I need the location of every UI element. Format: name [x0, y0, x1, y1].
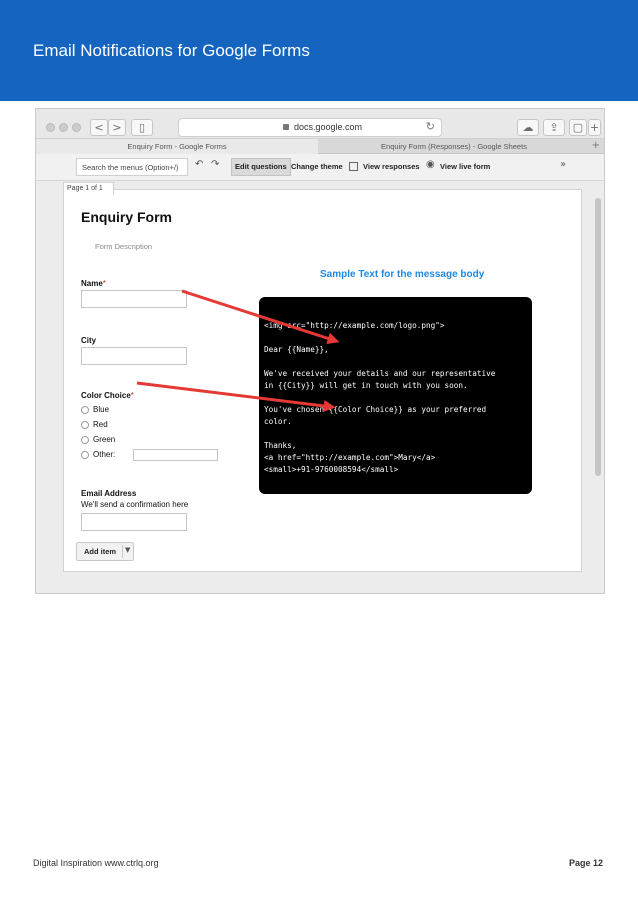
sheet-icon [349, 162, 358, 171]
code-line: We've received your details and our repr… [264, 369, 496, 378]
radio-option-blue[interactable]: Blue [81, 405, 231, 417]
change-theme-button[interactable]: Change theme [291, 158, 343, 176]
question-color-text: Color Choice [81, 391, 131, 400]
sample-message-box: <img src="http://example.com/logo.png"> … [259, 297, 532, 494]
code-line: <a href="http://example.com">Mary</a> [264, 453, 436, 462]
question-label-color[interactable]: Color Choice* [81, 391, 134, 400]
question-name-text: Name [81, 279, 103, 288]
radio-button[interactable] [81, 421, 89, 429]
view-live-form-button[interactable]: View live form [440, 158, 490, 176]
radio-option-other[interactable]: Other: [81, 449, 231, 462]
radio-button[interactable] [81, 436, 89, 444]
view-responses-button[interactable]: View responses [363, 158, 420, 176]
window-close-dot[interactable] [46, 123, 55, 132]
header-banner: Email Notifications for Google Forms [0, 0, 638, 101]
form-title[interactable]: Enquiry Form [81, 209, 172, 225]
screenshot-frame: < > ▯ ⓘ docs.google.com ↻ ☁ ⇪ ▢ + Enquir… [35, 108, 605, 594]
radio-button[interactable] [81, 451, 89, 459]
chevron-double-down-icon[interactable]: » [560, 159, 566, 170]
eye-icon: ◉ [426, 159, 435, 170]
lock-icon [283, 124, 289, 130]
scrollbar[interactable] [595, 198, 601, 476]
form-toolbar: Search the menus (Option+/) ↶ ↷ Edit que… [36, 154, 604, 181]
caret-down-icon[interactable]: ▼ [125, 546, 130, 554]
city-input[interactable] [81, 347, 187, 365]
code-line: You've chosen {{Color Choice}} as your p… [264, 405, 487, 414]
footer-page-number: Page 12 [569, 858, 604, 868]
form-editor-area: Page 1 of 1 Enquiry Form Form Descriptio… [36, 181, 604, 593]
required-mark: * [130, 391, 134, 400]
url-text: docs.google.com [294, 122, 363, 132]
question-label-city[interactable]: City [81, 336, 96, 345]
radio-label: Other: [93, 450, 116, 459]
reload-icon[interactable]: ↻ [426, 120, 435, 133]
form-description[interactable]: Form Description [95, 242, 152, 251]
add-item-button[interactable]: Add item ▼ [76, 542, 134, 561]
question-label-email[interactable]: Email Address [81, 489, 136, 498]
tabs-icon[interactable]: ▢ [569, 119, 587, 136]
share-icon[interactable]: ⇪ [543, 119, 565, 136]
code-line: Dear {{Name}}, [264, 345, 329, 354]
code-line: color. [264, 417, 292, 426]
sidebar-icon[interactable]: ▯ [131, 119, 153, 136]
add-tab-icon[interactable]: + [592, 140, 600, 151]
address-bar[interactable]: docs.google.com ↻ [178, 118, 442, 137]
question-help-email: We'll send a confirmation here [81, 500, 189, 509]
window-zoom-dot[interactable] [72, 123, 81, 132]
edit-questions-button[interactable]: Edit questions [231, 158, 291, 176]
redo-icon[interactable]: ↷ [211, 159, 219, 170]
tab-google-sheets[interactable]: Enquiry Form (Responses) - Google Sheets [318, 139, 590, 154]
tab-bar: Enquiry Form - Google Forms Enquiry Form… [36, 139, 604, 154]
radio-option-red[interactable]: Red [81, 420, 231, 432]
button-divider [122, 545, 123, 558]
menu-search-input[interactable]: Search the menus (Option+/) [76, 158, 188, 176]
question-label-name[interactable]: Name* [81, 279, 106, 288]
required-mark: * [102, 279, 106, 288]
radio-label: Blue [93, 405, 110, 414]
page-title: Email Notifications for Google Forms [33, 41, 310, 60]
radio-label: Green [93, 435, 116, 444]
tab-google-forms[interactable]: Enquiry Form - Google Forms [36, 139, 318, 154]
code-line: Thanks, [264, 441, 297, 450]
code-line: in {{City}} will get in touch with you s… [264, 381, 468, 390]
other-input[interactable] [133, 449, 218, 461]
window-minimize-dot[interactable] [59, 123, 68, 132]
code-line: <img src="http://example.com/logo.png"> [264, 321, 445, 330]
forward-button[interactable]: > [108, 119, 126, 136]
radio-button[interactable] [81, 406, 89, 414]
browser-toolbar: < > ▯ ⓘ docs.google.com ↻ ☁ ⇪ ▢ + [36, 109, 604, 139]
back-button[interactable]: < [90, 119, 108, 136]
new-tab-icon[interactable]: + [588, 119, 601, 136]
add-item-label: Add item [84, 547, 117, 556]
page-indicator: Page 1 of 1 [63, 182, 114, 195]
cloud-icon[interactable]: ☁ [517, 119, 539, 136]
sample-text-title: Sample Text for the message body [320, 269, 485, 280]
email-input[interactable] [81, 513, 187, 531]
undo-icon[interactable]: ↶ [195, 159, 203, 170]
footer-source: Digital Inspiration www.ctrlq.org [33, 858, 159, 868]
name-input[interactable] [81, 290, 187, 308]
form-page: Page 1 of 1 Enquiry Form Form Descriptio… [63, 182, 582, 572]
radio-option-green[interactable]: Green [81, 435, 231, 447]
code-line: <small>+91-9760008594</small> [264, 465, 399, 474]
radio-label: Red [93, 420, 108, 429]
